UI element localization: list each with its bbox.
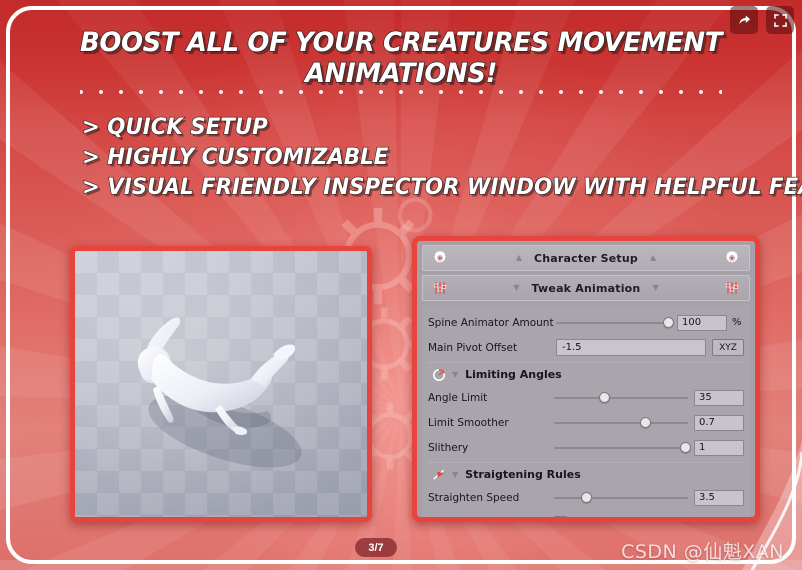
sliders-icon: [715, 280, 749, 296]
share-button[interactable]: [730, 6, 758, 34]
dial-gauge-icon: [428, 368, 450, 382]
section-title: Straigtening Rules: [465, 468, 581, 481]
feature-item: > VISUAL FRIENDLY INSPECTOR WINDOW WITH …: [81, 174, 802, 200]
slider-knob[interactable]: [580, 491, 592, 503]
field-label: Turbo Straighten: [428, 517, 554, 518]
field-label: Spine Animator Amount: [428, 316, 554, 329]
field-slithery: Slithery 1: [428, 436, 744, 459]
watermark: CSDN @仙魁XAN: [621, 541, 784, 563]
limit-smoother-slider[interactable]: [554, 415, 688, 431]
main-pivot-offset-input[interactable]: -1.5: [556, 339, 706, 356]
fullscreen-expand-icon: [773, 13, 787, 27]
feature-item: > QUICK SETUP: [81, 114, 268, 140]
percent-unit-label: %: [732, 317, 742, 328]
dotted-divider: [80, 88, 722, 96]
slider-track: [554, 446, 688, 449]
slithery-slider[interactable]: [554, 440, 691, 456]
sliders-icon: [423, 280, 457, 296]
expand-triangle[interactable]: ▼: [513, 284, 519, 292]
field-label: Limit Smoother: [428, 416, 509, 429]
unity-inspector-panel: ▲ Character Setup ▲ ▼ Tweak Animation ▼ …: [412, 236, 760, 522]
inspector-body: Spine Animator Amount 100 % Main Pivot O…: [422, 305, 750, 518]
spine-animator-amount-slider[interactable]: [556, 315, 675, 331]
spine-animator-amount-value[interactable]: 100: [677, 314, 727, 331]
collapse-triangle[interactable]: ▲: [516, 254, 522, 262]
field-label: Angle Limit: [428, 391, 488, 404]
page-indicator: 3/7: [355, 538, 397, 557]
field-label: Slithery: [428, 441, 469, 454]
arrow-cone-icon: [428, 468, 450, 482]
section-straigtening-rules[interactable]: ▼ Straigtening Rules: [428, 462, 744, 484]
top-actions: [730, 6, 794, 34]
limit-smoother-value[interactable]: 0.7: [694, 414, 744, 431]
xyz-button[interactable]: XYZ: [712, 339, 744, 356]
collapse-triangle[interactable]: ▲: [650, 254, 656, 262]
slider-track: [556, 321, 671, 324]
slider-knob[interactable]: [599, 391, 611, 403]
slider-track: [554, 421, 688, 424]
slider-track: [554, 396, 688, 399]
slider-knob[interactable]: [639, 416, 651, 428]
straighten-speed-value[interactable]: 3.5: [694, 489, 744, 506]
creature-preview-image: [70, 246, 372, 522]
section-title: Limiting Angles: [465, 368, 562, 381]
gear-icon: [423, 250, 457, 266]
field-label: Main Pivot Offset: [428, 341, 518, 354]
inspector-header-title: Character Setup: [533, 251, 638, 265]
turbo-straighten-checkbox[interactable]: [554, 516, 567, 517]
fullscreen-button[interactable]: [766, 6, 794, 34]
angle-limit-slider[interactable]: [554, 390, 688, 406]
field-main-pivot-offset: Main Pivot Offset -1.5 XYZ: [428, 336, 744, 359]
gear-icon: [715, 250, 749, 266]
expand-triangle[interactable]: ▼: [652, 284, 658, 292]
field-spine-animator-amount: Spine Animator Amount 100 %: [428, 311, 744, 334]
field-label: Straighten Speed: [428, 491, 520, 504]
headline-text: BOOST ALL OF YOUR CREATURES MOVEMENT ANI…: [79, 26, 723, 90]
field-limit-smoother: Limit Smoother 0.7: [428, 411, 744, 434]
straighten-speed-slider[interactable]: [554, 490, 688, 506]
field-angle-limit: Angle Limit 35: [428, 386, 744, 409]
inspector-header-title: Tweak Animation: [531, 281, 641, 295]
headline: BOOST ALL OF YOUR CREATURES MOVEMENT ANI…: [0, 26, 802, 90]
feature-list: > QUICK SETUP > HIGHLY CUSTOMIZABLE > VI…: [81, 113, 802, 203]
feature-item: > HIGHLY CUSTOMIZABLE: [81, 144, 389, 170]
slider-knob[interactable]: [679, 441, 691, 453]
slithery-value[interactable]: 1: [694, 439, 744, 456]
section-limiting-angles[interactable]: ▼ Limiting Angles: [428, 362, 744, 384]
inspector-header-tweak-animation[interactable]: ▼ Tweak Animation ▼: [422, 275, 750, 301]
field-straighten-speed: Straighten Speed 3.5: [428, 486, 744, 509]
section-triangle[interactable]: ▼: [452, 370, 458, 379]
section-triangle[interactable]: ▼: [452, 470, 458, 479]
field-turbo-straighten: Turbo Straighten: [428, 511, 744, 518]
slide-stage: BOOST ALL OF YOUR CREATURES MOVEMENT ANI…: [0, 0, 802, 570]
creature-3d-model: [137, 317, 302, 468]
inspector-header-character-setup[interactable]: ▲ Character Setup ▲: [422, 245, 750, 271]
angle-limit-value[interactable]: 35: [694, 389, 744, 406]
share-arrow-icon: [739, 15, 750, 24]
slider-knob[interactable]: [663, 316, 675, 328]
slider-track: [554, 496, 688, 499]
